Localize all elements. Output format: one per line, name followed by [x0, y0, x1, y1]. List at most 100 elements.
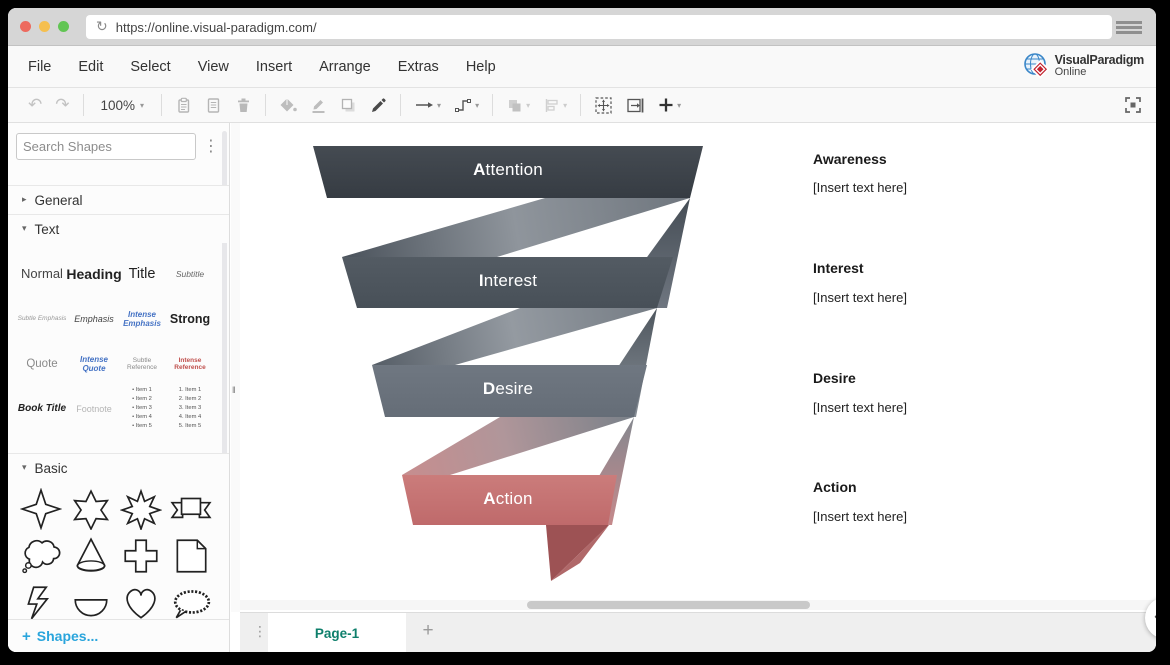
section-text-label: Text	[35, 222, 60, 237]
annotation-body[interactable]: [Insert text here]	[813, 509, 907, 524]
copy-button[interactable]	[175, 97, 192, 114]
fullscreen-button[interactable]	[1124, 96, 1142, 114]
text-style-intense-reference[interactable]: Intense Reference	[166, 357, 214, 371]
horizontal-scrollbar-thumb[interactable]	[527, 601, 810, 609]
funnel-label-desire[interactable]: Desire	[388, 379, 628, 399]
tab-page-1[interactable]: Page-1	[268, 613, 406, 652]
delete-button[interactable]	[235, 97, 252, 114]
menu-view[interactable]: View	[198, 59, 229, 75]
menu-insert[interactable]: Insert	[256, 59, 292, 75]
text-style-subtle-reference[interactable]: Subtle Reference	[118, 357, 166, 371]
text-style-subtitle[interactable]: Subtitle	[176, 269, 204, 279]
shadow-button[interactable]	[340, 97, 357, 114]
annotation-body[interactable]: [Insert text here]	[813, 180, 907, 195]
text-style-numbered-list[interactable]: 1. Item 1 2. Item 2 3. Item 3 4. Item 4 …	[179, 386, 202, 431]
document-icon	[205, 97, 222, 114]
funnel-connector-2[interactable]	[372, 308, 657, 365]
fit-to-selection-button[interactable]	[594, 96, 613, 115]
shape-4-point-star-icon[interactable]	[20, 488, 62, 530]
shape-heart-icon[interactable]	[120, 582, 162, 624]
menu-edit[interactable]: Edit	[78, 59, 103, 75]
annotation-title-action[interactable]: Action	[813, 479, 857, 495]
text-style-emphasis[interactable]: Emphasis	[74, 314, 114, 324]
resize-page-button[interactable]	[626, 97, 645, 114]
text-style-intense-emphasis[interactable]: Intense Emphasis	[118, 310, 166, 328]
text-style-normal[interactable]: Normal	[21, 266, 63, 281]
text-style-quote[interactable]: Quote	[26, 358, 57, 370]
add-page-button[interactable]: +	[416, 620, 440, 642]
text-style-title[interactable]: Title	[129, 266, 156, 282]
funnel-label-interest[interactable]: Interest	[388, 271, 628, 291]
text-style-heading[interactable]: Heading	[66, 266, 121, 282]
shape-lightning-icon[interactable]	[20, 582, 62, 624]
elbow-connector-icon	[454, 97, 472, 113]
close-window-button[interactable]	[20, 21, 31, 32]
text-style-intense-quote[interactable]: Intense Quote	[70, 355, 118, 373]
layers-icon	[506, 97, 523, 114]
redo-icon[interactable]: ↷	[55, 97, 69, 114]
fill-color-button[interactable]	[279, 97, 297, 114]
reload-icon[interactable]: ↻	[96, 19, 108, 35]
url-text[interactable]: https://online.visual-paradigm.com/	[116, 20, 317, 35]
shape-8-point-star-icon[interactable]	[120, 488, 162, 530]
undo-icon[interactable]: ↶	[28, 97, 42, 114]
annotation-body[interactable]: [Insert text here]	[813, 290, 907, 305]
funnel-label-attention[interactable]: Attention	[388, 160, 628, 180]
annotation-title-desire[interactable]: Desire	[813, 370, 856, 386]
section-text[interactable]: ▾ Text	[8, 214, 229, 243]
funnel-tail[interactable]	[546, 525, 609, 581]
menu-extras[interactable]: Extras	[398, 59, 439, 75]
shape-note-page-icon[interactable]	[170, 535, 212, 577]
page-options-icon[interactable]: ⋮	[253, 624, 267, 640]
section-general-label: General	[35, 193, 83, 208]
shape-cross-icon[interactable]	[120, 535, 162, 577]
shape-burst-callout-icon[interactable]	[170, 582, 212, 624]
menu-help[interactable]: Help	[466, 59, 496, 75]
text-style-strong[interactable]: Strong	[170, 312, 210, 326]
shape-ribbon-banner-icon[interactable]	[170, 488, 212, 530]
search-shapes-box[interactable]	[16, 133, 196, 160]
arrange-order-dropdown[interactable]: ▾	[506, 97, 530, 114]
section-basic-label: Basic	[35, 461, 68, 476]
shape-cloud-callout-icon[interactable]	[20, 535, 62, 577]
funnel-connector-3[interactable]	[402, 417, 634, 475]
text-style-subtle-emphasis[interactable]: Subtle Emphasis	[18, 315, 67, 322]
connector-style-dropdown[interactable]: ▾	[414, 97, 441, 113]
search-input[interactable]	[23, 139, 199, 154]
plus-icon: +	[22, 628, 31, 645]
menu-select[interactable]: Select	[130, 59, 170, 75]
section-general[interactable]: ▸ General	[8, 185, 229, 214]
funnel-label-action[interactable]: Action	[388, 489, 628, 509]
menu-arrange[interactable]: Arrange	[319, 59, 371, 75]
shape-chord-icon[interactable]	[70, 582, 112, 624]
panel-options-icon[interactable]: ⋮	[203, 136, 219, 155]
zoom-level-dropdown[interactable]: 100% ▾	[97, 98, 149, 113]
panel-scrollbar[interactable]	[222, 131, 227, 461]
line-color-button[interactable]	[310, 97, 327, 114]
browser-menu-icon[interactable]	[1116, 21, 1142, 34]
collapse-panel-handle[interactable]: ‖	[232, 385, 236, 395]
horizontal-scrollbar-track[interactable]	[240, 600, 1156, 610]
more-shapes-link[interactable]: + Shapes...	[8, 619, 229, 652]
text-style-footnote[interactable]: Footnote	[76, 404, 112, 414]
minimize-window-button[interactable]	[39, 21, 50, 32]
maximize-window-button[interactable]	[58, 21, 69, 32]
menu-file[interactable]: File	[28, 59, 51, 75]
visual-paradigm-logo: VisualParadigm Online	[1023, 52, 1144, 80]
annotation-body[interactable]: [Insert text here]	[813, 400, 907, 415]
text-style-book-title[interactable]: Book Title	[18, 403, 66, 414]
insert-shape-dropdown[interactable]: ▾	[658, 97, 681, 113]
paste-style-button[interactable]	[205, 97, 222, 114]
format-painter-button[interactable]	[370, 97, 387, 114]
section-basic[interactable]: ▾ Basic	[8, 453, 229, 482]
annotation-title-interest[interactable]: Interest	[813, 260, 864, 276]
text-style-bullet-list[interactable]: • Item 1 • Item 2 • Item 3 • Item 4 • It…	[132, 386, 152, 431]
shape-6-point-star-icon[interactable]	[70, 488, 112, 530]
address-bar[interactable]: ↻ https://online.visual-paradigm.com/	[86, 15, 1112, 39]
shape-cone-icon[interactable]	[70, 535, 112, 577]
diagram-canvas[interactable]: Attention Interest Desire Action Awarene…	[240, 123, 1156, 612]
align-dropdown[interactable]: ▾	[543, 97, 567, 114]
annotation-title-awareness[interactable]: Awareness	[813, 151, 887, 167]
funnel-connector-1[interactable]	[342, 198, 690, 257]
connector-type-dropdown[interactable]: ▾	[454, 97, 479, 113]
